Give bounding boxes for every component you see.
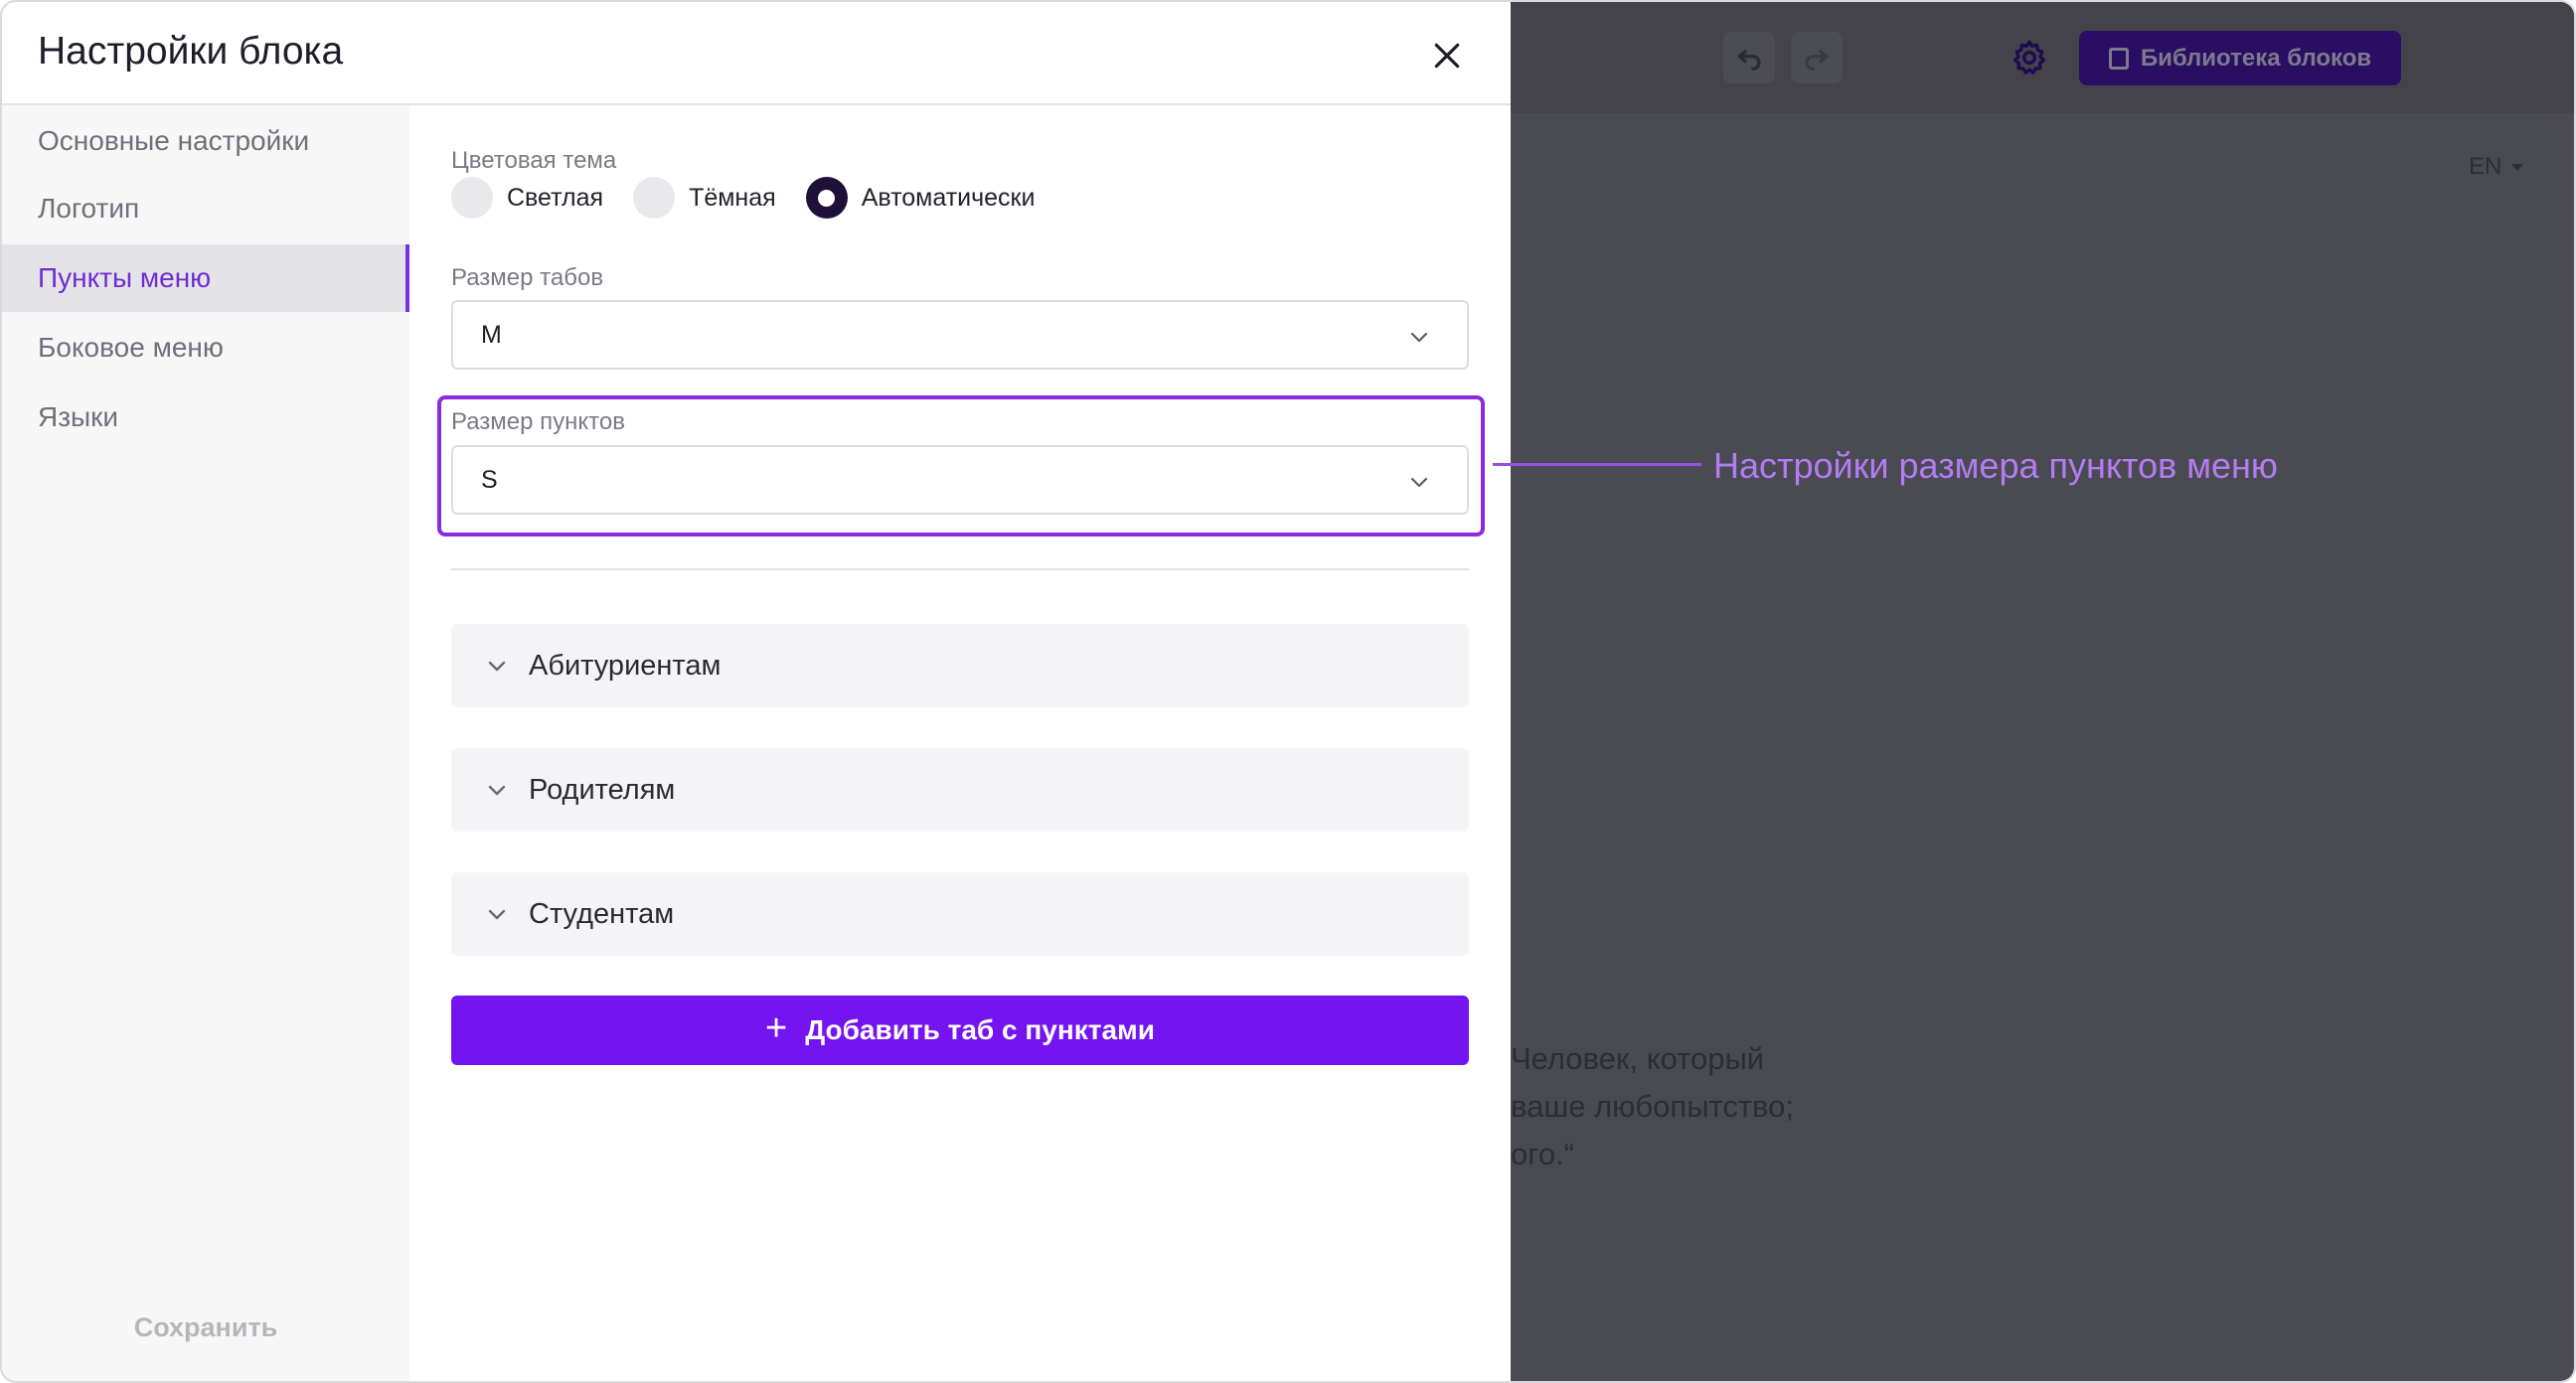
settings-content: Цветовая тема Светлая Тёмная Автоматичес… — [409, 105, 1511, 1381]
radio-label: Автоматически — [861, 183, 1036, 212]
block-library-label: Библиотека блоков — [2140, 44, 2372, 72]
close-icon — [1434, 43, 1460, 69]
editor-toolbar: Библиотека блоков — [1511, 2, 2574, 113]
radio-label: Тёмная — [689, 183, 776, 212]
tab-size-value: M — [481, 320, 502, 349]
language-selector[interactable]: EN — [2469, 153, 2524, 181]
sidebar-item-label: Языки — [38, 401, 119, 432]
sidebar-item-label: Логотип — [38, 193, 140, 224]
block-settings-modal: Настройки блока Основные настройки Логот… — [2, 2, 1511, 1381]
color-theme-radio-group: Светлая Тёмная Автоматически — [451, 177, 1064, 219]
save-button[interactable]: Сохранить — [2, 1298, 409, 1357]
sidebar-item-menu-items[interactable]: Пункты меню — [2, 244, 409, 312]
tab-size-label: Размер табов — [451, 264, 604, 291]
settings-button[interactable] — [2004, 32, 2055, 83]
block-library-button[interactable]: Библиотека блоков — [2079, 31, 2401, 85]
accordion-label: Абитуриентам — [529, 649, 722, 682]
annotation-connector-line — [1493, 463, 1701, 466]
tab-accordion-applicants[interactable]: Абитуриентам — [451, 624, 1469, 707]
redo-icon — [1805, 50, 1829, 71]
modal-header: Настройки блока — [2, 2, 1511, 105]
annotation-text: Настройки размера пунктов меню — [1713, 445, 2278, 486]
settings-sidebar: Основные настройки Логотип Пункты меню Б… — [2, 105, 409, 1381]
plus-icon: + — [765, 1007, 788, 1049]
accordion-label: Родителям — [529, 773, 676, 806]
background-quote-text: Человек, который ваше любопытство; ого.“ — [1511, 1041, 1795, 1171]
radio-label: Светлая — [507, 183, 604, 212]
undo-icon — [1737, 50, 1761, 71]
accordion-label: Студентам — [529, 897, 675, 930]
radio-circle-selected — [805, 177, 848, 219]
sidebar-item-logo[interactable]: Логотип — [2, 175, 409, 242]
sidebar-item-side-menu[interactable]: Боковое меню — [2, 314, 409, 382]
screen: Библиотека блоков EN Человек, который ва… — [0, 0, 2576, 1383]
radio-circle — [451, 177, 493, 219]
section-divider — [451, 568, 1469, 570]
sidebar-item-label: Боковое меню — [38, 332, 224, 363]
sidebar-item-languages[interactable]: Языки — [2, 384, 409, 451]
modal-title: Настройки блока — [38, 30, 344, 73]
item-size-highlight-frame — [437, 395, 1485, 537]
radio-light[interactable]: Светлая — [451, 177, 603, 219]
sidebar-item-main-settings[interactable]: Основные настройки — [2, 107, 409, 175]
chevron-down-icon — [488, 661, 506, 672]
add-tab-button[interactable]: + Добавить таб с пунктами — [451, 996, 1469, 1065]
tab-accordion-parents[interactable]: Родителям — [451, 748, 1469, 832]
tab-accordion-students[interactable]: Студентам — [451, 872, 1469, 956]
add-tab-label: Добавить таб с пунктами — [805, 1014, 1155, 1045]
tab-size-select[interactable]: M — [451, 300, 1469, 370]
undo-button[interactable] — [1723, 32, 1775, 83]
radio-circle — [633, 177, 676, 219]
sidebar-item-label: Пункты меню — [38, 262, 212, 293]
color-theme-label: Цветовая тема — [451, 147, 617, 174]
sidebar-item-label: Основные настройки — [38, 125, 310, 156]
chevron-down-icon — [1410, 332, 1428, 343]
chevron-down-icon — [488, 785, 506, 796]
background-editor: Библиотека блоков EN Человек, который ва… — [1511, 2, 2574, 1381]
caret-down-icon — [2511, 163, 2524, 171]
close-button[interactable] — [1423, 32, 1471, 79]
gear-icon — [2013, 40, 2045, 76]
library-icon — [2108, 47, 2129, 70]
language-label: EN — [2469, 153, 2502, 180]
radio-auto[interactable]: Автоматически — [805, 177, 1036, 219]
redo-button[interactable] — [1791, 32, 1843, 83]
chevron-down-icon — [488, 909, 506, 920]
radio-dark[interactable]: Тёмная — [633, 177, 776, 219]
